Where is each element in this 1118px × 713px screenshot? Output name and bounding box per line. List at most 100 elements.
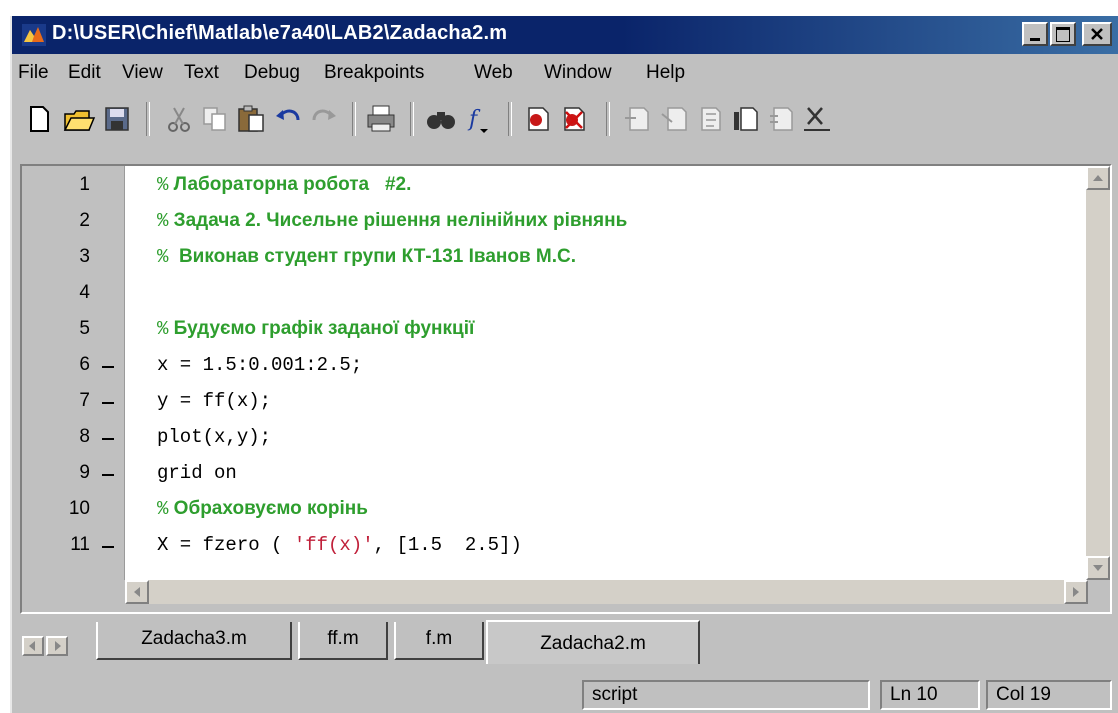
tab-f[interactable]: f.m bbox=[394, 622, 484, 660]
stack-icon[interactable] bbox=[766, 102, 800, 136]
executable-line-marker[interactable] bbox=[102, 402, 114, 404]
code-line[interactable]: X = fzero ( 'ff(x)', [1.5 2.5]) bbox=[157, 534, 522, 556]
comment-marker: % bbox=[157, 498, 169, 520]
set-breakpoint-icon[interactable] bbox=[522, 102, 556, 136]
print-icon[interactable] bbox=[364, 102, 398, 136]
menu-view[interactable]: View bbox=[122, 62, 163, 84]
maximize-icon bbox=[1056, 27, 1070, 42]
menu-web[interactable]: Web bbox=[474, 62, 513, 84]
code-text: y = ff(x); bbox=[157, 390, 272, 412]
menu-help[interactable]: Help bbox=[646, 62, 685, 84]
editor-pane: % Лабораторна робота #2.% Задача 2. Чисе… bbox=[20, 164, 1112, 614]
horizontal-scrollbar[interactable] bbox=[125, 580, 1088, 604]
code-text: x = 1.5:0.001:2.5; bbox=[157, 354, 363, 376]
tab-zadacha2[interactable]: Zadacha2.m bbox=[486, 620, 700, 664]
step-in-icon[interactable] bbox=[658, 102, 692, 136]
comment-text: Виконав студент групи КТ-131 Іванов М.С. bbox=[168, 246, 577, 267]
save-icon[interactable] bbox=[100, 102, 134, 136]
svg-text:f: f bbox=[467, 107, 481, 132]
new-file-icon[interactable] bbox=[22, 102, 56, 136]
code-text: , [1.5 2.5]) bbox=[373, 534, 522, 556]
toolbar-separator bbox=[606, 102, 610, 136]
minimize-button[interactable] bbox=[1022, 22, 1048, 46]
matlab-editor-window: D:\USER\Chief\Matlab\e7a40\LAB2\Zadacha2… bbox=[10, 16, 1118, 713]
line-number: 1 bbox=[79, 174, 90, 195]
executable-line-marker[interactable] bbox=[102, 474, 114, 476]
code-line[interactable]: plot(x,y); bbox=[157, 426, 271, 448]
clear-breakpoint-icon[interactable] bbox=[558, 102, 592, 136]
tab-scroll-right-button[interactable] bbox=[46, 636, 68, 656]
tab-ff[interactable]: ff.m bbox=[298, 622, 388, 660]
line-number: 3 bbox=[79, 246, 90, 267]
comment-text: Задача 2. Чисельне рішення нелінійних рі… bbox=[168, 210, 628, 231]
arrow-up-icon bbox=[1093, 175, 1103, 181]
status-bar: script Ln 10 Col 19 bbox=[12, 676, 1118, 713]
executable-line-marker[interactable] bbox=[102, 366, 114, 368]
executable-line-marker[interactable] bbox=[102, 546, 114, 548]
vertical-scrollbar[interactable] bbox=[1086, 166, 1110, 580]
scroll-up-button[interactable] bbox=[1086, 166, 1110, 190]
executable-line-marker[interactable] bbox=[102, 438, 114, 440]
tab-zadacha3[interactable]: Zadacha3.m bbox=[96, 622, 292, 660]
copy-icon[interactable] bbox=[198, 102, 232, 136]
code-line[interactable]: x = 1.5:0.001:2.5; bbox=[157, 354, 362, 376]
menu-window[interactable]: Window bbox=[544, 62, 612, 84]
line-number: 6 bbox=[79, 354, 90, 375]
redo-icon[interactable] bbox=[306, 102, 340, 136]
code-area[interactable]: % Лабораторна робота #2.% Задача 2. Чисе… bbox=[125, 166, 1088, 580]
line-number: 4 bbox=[79, 282, 90, 303]
code-line[interactable]: % Лабораторна робота #2. bbox=[157, 174, 411, 196]
find-icon[interactable] bbox=[424, 102, 458, 136]
menu-file[interactable]: File bbox=[18, 62, 49, 84]
comment-text: Лабораторна робота #2. bbox=[168, 174, 412, 195]
line-number: 2 bbox=[79, 210, 90, 231]
matlab-app-icon bbox=[22, 24, 46, 46]
code-line[interactable]: grid on bbox=[157, 462, 237, 484]
step-out-icon[interactable] bbox=[694, 102, 728, 136]
code-line[interactable]: % Задача 2. Чисельне рішення нелінійних … bbox=[157, 210, 627, 232]
close-icon bbox=[1091, 28, 1103, 40]
close-button[interactable] bbox=[1082, 22, 1112, 46]
title-bar[interactable]: D:\USER\Chief\Matlab\e7a40\LAB2\Zadacha2… bbox=[12, 16, 1118, 54]
window-title: D:\USER\Chief\Matlab\e7a40\LAB2\Zadacha2… bbox=[52, 22, 508, 44]
comment-text: Обраховуємо корінь bbox=[168, 498, 368, 519]
code-line[interactable]: % Будуємо графік заданої функції bbox=[157, 318, 474, 340]
comment-marker: % bbox=[157, 174, 169, 196]
code-text: X = fzero ( bbox=[157, 534, 294, 556]
scroll-down-button[interactable] bbox=[1086, 556, 1110, 580]
code-line[interactable]: y = ff(x); bbox=[157, 390, 271, 412]
line-number: 10 bbox=[68, 498, 90, 519]
comment-marker: % bbox=[157, 246, 169, 268]
scroll-right-button[interactable] bbox=[1064, 580, 1088, 604]
string-literal: 'ff(x)' bbox=[293, 534, 374, 556]
open-folder-icon[interactable] bbox=[62, 102, 96, 136]
cut-icon[interactable] bbox=[162, 102, 196, 136]
continue-icon[interactable] bbox=[730, 102, 764, 136]
scroll-left-button[interactable] bbox=[125, 580, 149, 604]
tab-scroll-left-button[interactable] bbox=[22, 636, 44, 656]
arrow-left-icon bbox=[29, 641, 35, 651]
line-number: 9 bbox=[79, 462, 90, 483]
menu-breakpoints[interactable]: Breakpoints bbox=[324, 62, 424, 84]
status-mode: script bbox=[582, 680, 870, 710]
line-number: 7 bbox=[79, 390, 90, 411]
line-number: 5 bbox=[79, 318, 90, 339]
file-tab-bar: Zadacha3.m ff.m f.m Zadacha2.m bbox=[12, 616, 1118, 666]
function-icon[interactable]: f bbox=[460, 102, 494, 136]
code-line[interactable]: % Обраховуємо корінь bbox=[157, 498, 368, 520]
exit-debug-icon[interactable] bbox=[800, 102, 834, 136]
menu-debug[interactable]: Debug bbox=[244, 62, 300, 84]
breakpoint-gutter[interactable] bbox=[94, 166, 125, 580]
arrow-right-icon bbox=[55, 641, 61, 651]
cropped-top-fragment bbox=[0, 0, 1118, 16]
maximize-button[interactable] bbox=[1050, 22, 1076, 46]
line-number: 8 bbox=[79, 426, 90, 447]
menu-text[interactable]: Text bbox=[184, 62, 219, 84]
paste-icon[interactable] bbox=[234, 102, 268, 136]
menu-edit[interactable]: Edit bbox=[68, 62, 101, 84]
code-line[interactable]: % Виконав студент групи КТ-131 Іванов М.… bbox=[157, 246, 576, 268]
status-line: Ln 10 bbox=[880, 680, 980, 710]
toolbar-separator bbox=[146, 102, 150, 136]
step-icon[interactable] bbox=[622, 102, 656, 136]
undo-icon[interactable] bbox=[272, 102, 306, 136]
